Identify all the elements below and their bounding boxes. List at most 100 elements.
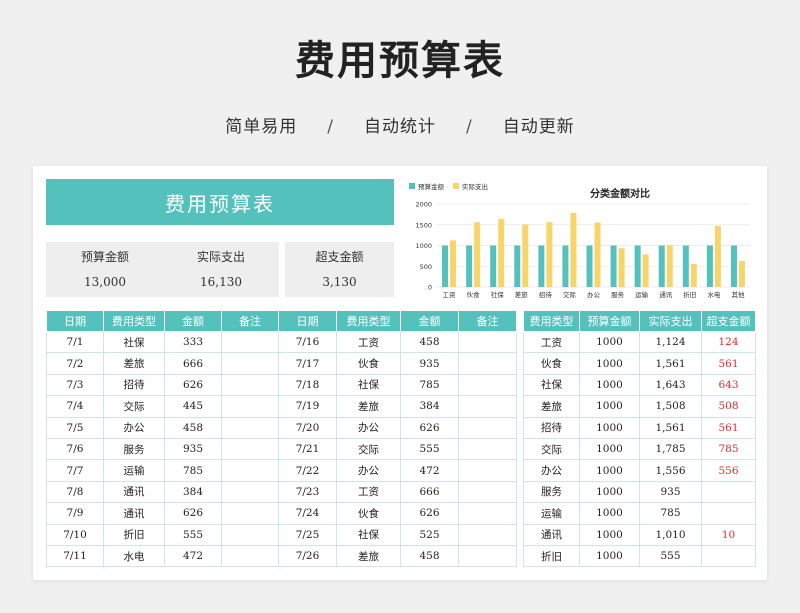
table-cell[interactable]: 333: [164, 330, 222, 354]
table-cell[interactable]: 935: [164, 437, 222, 461]
table-cell[interactable]: 7/5: [46, 416, 104, 439]
table-cell[interactable]: 伙食: [523, 352, 580, 375]
table-cell[interactable]: [458, 480, 517, 504]
table-cell[interactable]: 1,561: [639, 352, 702, 375]
table-cell[interactable]: [221, 459, 279, 482]
table-cell[interactable]: 通讯: [103, 480, 165, 504]
table-cell[interactable]: [458, 352, 517, 375]
table-cell[interactable]: 1000: [579, 459, 640, 482]
table-cell[interactable]: [221, 480, 279, 504]
table-cell[interactable]: [221, 502, 279, 525]
table-cell[interactable]: 交际: [103, 395, 165, 418]
table-cell[interactable]: [458, 395, 517, 418]
table-cell[interactable]: 555: [400, 437, 459, 461]
table-cell[interactable]: 招待: [103, 373, 165, 397]
table-cell[interactable]: 1000: [579, 416, 640, 439]
table-cell[interactable]: 7/1: [46, 330, 104, 354]
table-cell[interactable]: 7/3: [46, 373, 104, 397]
table-cell[interactable]: 1,010: [639, 523, 702, 546]
table-cell[interactable]: [701, 480, 756, 504]
table-cell[interactable]: [221, 523, 279, 546]
table-cell[interactable]: 差旅: [103, 352, 165, 375]
table-cell[interactable]: 561: [701, 416, 756, 439]
table-cell[interactable]: 1000: [579, 373, 640, 397]
table-cell[interactable]: 差旅: [336, 544, 401, 568]
table-cell[interactable]: 通讯: [523, 523, 580, 546]
table-cell[interactable]: 折旧: [103, 523, 165, 546]
table-cell[interactable]: 运输: [103, 459, 165, 482]
table-cell[interactable]: 7/19: [278, 395, 337, 418]
table-cell[interactable]: [221, 352, 279, 375]
table-cell[interactable]: [701, 502, 756, 525]
table-cell[interactable]: 7/26: [278, 544, 337, 568]
table-cell[interactable]: 工资: [336, 330, 401, 354]
table-cell[interactable]: 626: [164, 502, 222, 525]
table-cell[interactable]: 643: [701, 373, 756, 397]
table-cell[interactable]: 社保: [336, 523, 401, 546]
table-cell[interactable]: 7/11: [46, 544, 104, 568]
table-cell[interactable]: 935: [400, 352, 459, 375]
table-cell[interactable]: 交际: [336, 437, 401, 461]
table-cell[interactable]: 折旧: [523, 544, 580, 568]
table-cell[interactable]: 差旅: [523, 395, 580, 418]
table-cell[interactable]: [221, 416, 279, 439]
table-cell[interactable]: 招待: [523, 416, 580, 439]
table-cell[interactable]: 办公: [336, 416, 401, 439]
table-cell[interactable]: 7/2: [46, 352, 104, 375]
table-cell[interactable]: 7/17: [278, 352, 337, 375]
table-cell[interactable]: 运输: [523, 502, 580, 525]
table-cell[interactable]: [701, 544, 756, 568]
table-cell[interactable]: 7/16: [278, 330, 337, 354]
table-cell[interactable]: 社保: [336, 373, 401, 397]
table-cell[interactable]: [458, 523, 517, 546]
table-cell[interactable]: [458, 416, 517, 439]
table-cell[interactable]: 服务: [523, 480, 580, 504]
table-cell[interactable]: 7/6: [46, 437, 104, 461]
table-cell[interactable]: 458: [400, 330, 459, 354]
table-cell[interactable]: 7/7: [46, 459, 104, 482]
table-cell[interactable]: 555: [164, 523, 222, 546]
table-cell[interactable]: 626: [400, 502, 459, 525]
table-cell[interactable]: 伙食: [336, 352, 401, 375]
table-cell[interactable]: [221, 330, 279, 354]
table-cell[interactable]: 1,556: [639, 459, 702, 482]
table-cell[interactable]: 7/20: [278, 416, 337, 439]
table-cell[interactable]: 785: [400, 373, 459, 397]
table-cell[interactable]: 7/18: [278, 373, 337, 397]
table-cell[interactable]: 1000: [579, 544, 640, 568]
table-cell[interactable]: 472: [400, 459, 459, 482]
table-cell[interactable]: 伙食: [336, 502, 401, 525]
table-cell[interactable]: 7/8: [46, 480, 104, 504]
table-cell[interactable]: 472: [164, 544, 222, 568]
table-cell[interactable]: [221, 373, 279, 397]
table-cell[interactable]: 社保: [523, 373, 580, 397]
table-cell[interactable]: 7/25: [278, 523, 337, 546]
table-cell[interactable]: 458: [164, 416, 222, 439]
table-cell[interactable]: 7/10: [46, 523, 104, 546]
table-cell[interactable]: [458, 437, 517, 461]
table-cell[interactable]: [458, 459, 517, 482]
table-cell[interactable]: 785: [639, 502, 702, 525]
table-cell[interactable]: [221, 544, 279, 568]
table-cell[interactable]: [458, 373, 517, 397]
table-cell[interactable]: 1000: [579, 480, 640, 504]
table-cell[interactable]: [458, 330, 517, 354]
table-cell[interactable]: 办公: [336, 459, 401, 482]
table-cell[interactable]: [221, 437, 279, 461]
table-cell[interactable]: 555: [639, 544, 702, 568]
table-cell[interactable]: 1,643: [639, 373, 702, 397]
table-cell[interactable]: 10: [701, 523, 756, 546]
table-cell[interactable]: 社保: [103, 330, 165, 354]
table-cell[interactable]: 通讯: [103, 502, 165, 525]
table-cell[interactable]: 7/9: [46, 502, 104, 525]
table-cell[interactable]: 1000: [579, 437, 640, 461]
table-cell[interactable]: 办公: [523, 459, 580, 482]
table-cell[interactable]: 666: [164, 352, 222, 375]
table-cell[interactable]: 工资: [336, 480, 401, 504]
table-cell[interactable]: 7/23: [278, 480, 337, 504]
table-cell[interactable]: [221, 395, 279, 418]
table-cell[interactable]: 626: [400, 416, 459, 439]
table-cell[interactable]: 458: [400, 544, 459, 568]
table-cell[interactable]: 384: [400, 395, 459, 418]
table-cell[interactable]: 办公: [103, 416, 165, 439]
